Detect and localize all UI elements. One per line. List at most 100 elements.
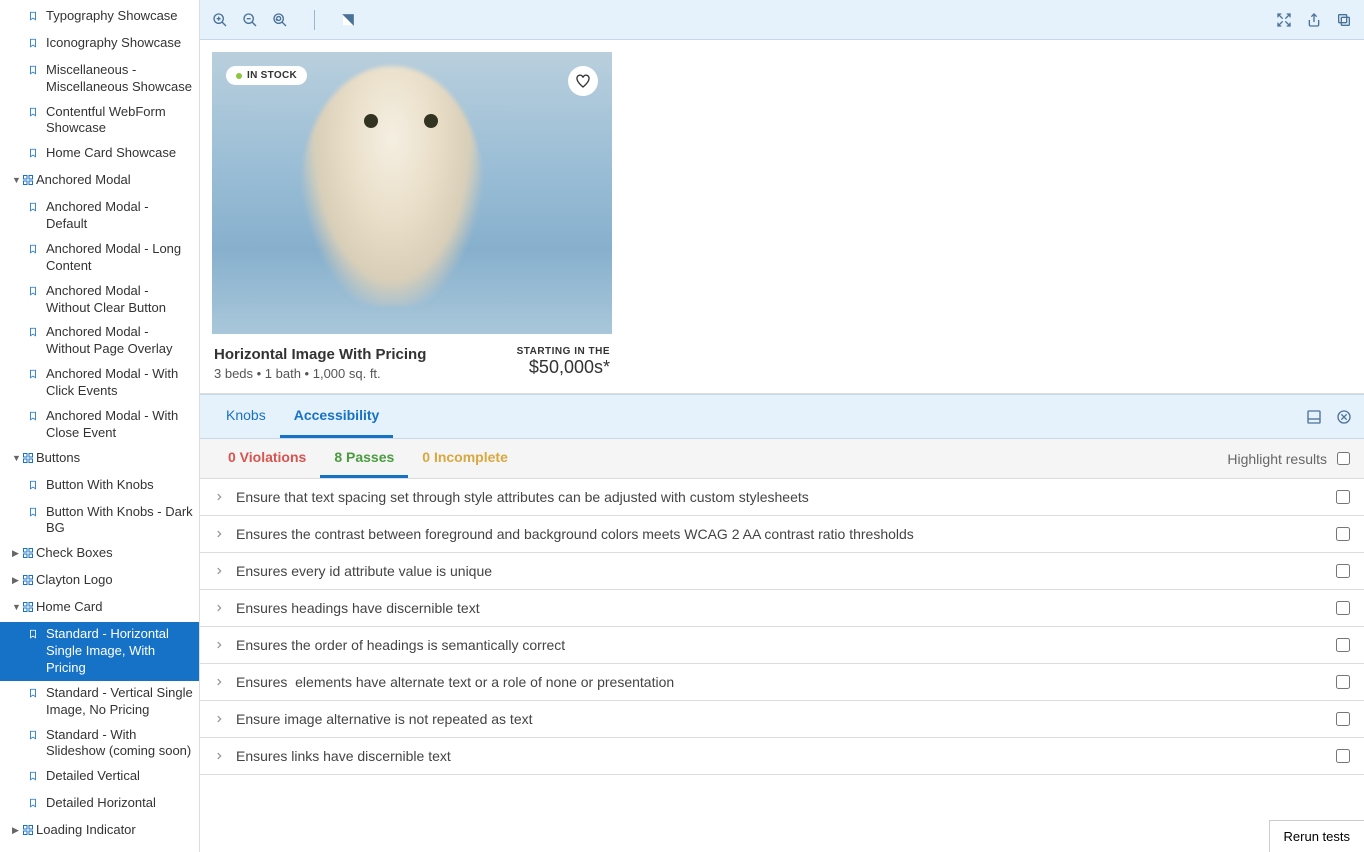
sidebar-item[interactable]: Detailed Vertical (0, 764, 199, 791)
sidebar-item-label: Anchored Modal - Default (46, 199, 193, 233)
home-card: IN STOCK Horizontal Image With Pricing 3… (212, 52, 612, 381)
a11y-rule-row[interactable]: Ensures the order of headings is semanti… (200, 627, 1364, 664)
sidebar-group-label: Buttons (36, 450, 193, 467)
close-panel-icon[interactable] (1336, 409, 1352, 425)
bookmark-icon (28, 628, 42, 645)
bookmark-icon (28, 10, 42, 27)
favorite-button[interactable] (568, 66, 598, 96)
sidebar-item[interactable]: Anchored Modal - With Close Event (0, 404, 199, 446)
sidebar-item[interactable]: Anchored Modal - Without Page Overlay (0, 320, 199, 362)
rule-checkbox[interactable] (1336, 712, 1350, 726)
sidebar-item[interactable]: Iconography Showcase (0, 31, 199, 58)
subtab-violations[interactable]: 0 Violations (214, 439, 320, 478)
sidebar-item[interactable]: Contentful WebForm Showcase (0, 100, 199, 142)
open-external-icon[interactable] (1306, 12, 1322, 28)
a11y-rule-row[interactable]: Ensures elements have alternate text or … (200, 664, 1364, 701)
sidebar-group[interactable]: ▼ Home Card (0, 595, 199, 622)
chevron-right-icon (214, 675, 226, 690)
bookmark-icon (28, 64, 42, 81)
fullscreen-icon[interactable] (1276, 12, 1292, 28)
a11y-rule-row[interactable]: Ensures links have discernible text (200, 738, 1364, 775)
rule-checkbox[interactable] (1336, 675, 1350, 689)
panel-position-icon[interactable] (1306, 409, 1322, 425)
grid-icon (22, 824, 36, 841)
sidebar[interactable]: Typography Showcase Iconography Showcase M… (0, 0, 200, 852)
sidebar-item-label: Contentful WebForm Showcase (46, 104, 193, 138)
rule-text: Ensures elements have alternate text or … (236, 674, 1326, 690)
chevron-down-icon: ▼ (12, 175, 22, 187)
zoom-out-icon[interactable] (242, 12, 258, 28)
sidebar-item-label: Detailed Horizontal (46, 795, 193, 812)
a11y-rule-row[interactable]: Ensure image alternative is not repeated… (200, 701, 1364, 738)
subtab-passes[interactable]: 8 Passes (320, 439, 408, 478)
badge-dot-icon (236, 73, 242, 79)
sidebar-item[interactable]: Miscellaneous - Miscellaneous Showcase (0, 58, 199, 100)
sidebar-item-label: Standard - With Slideshow (coming soon) (46, 727, 193, 761)
a11y-rule-row[interactable]: Ensures headings have discernible text (200, 590, 1364, 627)
sidebar-item[interactable]: Button With Knobs - Dark BG (0, 500, 199, 542)
tab-accessibility[interactable]: Accessibility (280, 395, 394, 438)
sidebar-item[interactable]: Home Card Showcase (0, 141, 199, 168)
card-title: Horizontal Image With Pricing (214, 346, 426, 363)
rule-checkbox[interactable] (1336, 527, 1350, 541)
sidebar-item[interactable]: Anchored Modal - With Click Events (0, 362, 199, 404)
rule-checkbox[interactable] (1336, 490, 1350, 504)
zoom-reset-icon[interactable] (272, 12, 288, 28)
a11y-rule-list[interactable]: Ensure that text spacing set through sty… (200, 479, 1364, 852)
bookmark-icon (28, 729, 42, 746)
sidebar-group[interactable]: ▼ Buttons (0, 446, 199, 473)
bookmark-icon (28, 106, 42, 123)
sidebar-item-label: Button With Knobs (46, 477, 193, 494)
rule-text: Ensure that text spacing set through sty… (236, 489, 1326, 505)
sidebar-group-label: Check Boxes (36, 545, 193, 562)
bookmark-icon (28, 687, 42, 704)
grid-icon (22, 574, 36, 591)
rule-checkbox[interactable] (1336, 749, 1350, 763)
sidebar-group[interactable]: ▶Clayton Logo (0, 568, 199, 595)
chevron-right-icon: ▶ (12, 825, 22, 837)
chevron-down-icon: ▼ (12, 602, 22, 614)
a11y-rule-row[interactable]: Ensures every id attribute value is uniq… (200, 553, 1364, 590)
sidebar-item[interactable]: Standard - With Slideshow (coming soon) (0, 723, 199, 765)
chevron-right-icon (214, 638, 226, 653)
sidebar-item[interactable]: Typography Showcase (0, 4, 199, 31)
a11y-rule-row[interactable]: Ensure that text spacing set through sty… (200, 479, 1364, 516)
sidebar-item[interactable]: Anchored Modal - Long Content (0, 237, 199, 279)
bookmark-icon (28, 368, 42, 385)
sidebar-group[interactable]: ▶Loading Indicator (0, 818, 199, 845)
copy-icon[interactable] (1336, 12, 1352, 28)
sidebar-item[interactable]: Button With Knobs (0, 473, 199, 500)
toolbar-divider (314, 10, 315, 30)
bookmark-icon (28, 770, 42, 787)
chevron-right-icon (214, 712, 226, 727)
bookmark-icon (28, 201, 42, 218)
sidebar-group[interactable]: ▼Anchored Modal (0, 168, 199, 195)
rule-checkbox[interactable] (1336, 601, 1350, 615)
a11y-rule-row[interactable]: Ensures the contrast between foreground … (200, 516, 1364, 553)
rule-text: Ensures the contrast between foreground … (236, 526, 1326, 542)
rerun-button[interactable]: Rerun tests (1269, 820, 1364, 852)
sidebar-item[interactable]: Standard - Vertical Single Image, No Pri… (0, 681, 199, 723)
rule-text: Ensure image alternative is not repeated… (236, 711, 1326, 727)
zoom-in-icon[interactable] (212, 12, 228, 28)
tab-knobs[interactable]: Knobs (212, 395, 280, 438)
sidebar-item[interactable]: Detailed Horizontal (0, 791, 199, 818)
bookmark-icon (28, 506, 42, 523)
highlight-checkbox[interactable] (1337, 452, 1350, 465)
bookmark-icon (28, 797, 42, 814)
subtab-incomplete[interactable]: 0 Incomplete (408, 439, 522, 478)
rule-checkbox[interactable] (1336, 638, 1350, 652)
sidebar-item-label: Detailed Vertical (46, 768, 193, 785)
sidebar-item-label: Standard - Horizontal Single Image, With… (46, 626, 193, 677)
chevron-down-icon: ▼ (12, 453, 22, 465)
sidebar-item[interactable]: Anchored Modal - Default (0, 195, 199, 237)
sidebar-item[interactable]: Anchored Modal - Without Clear Button (0, 279, 199, 321)
bookmark-icon (28, 479, 42, 496)
sidebar-group-label: Home Card (36, 599, 193, 616)
sidebar-item-label: Home Card Showcase (46, 145, 193, 162)
sidebar-group[interactable]: ▶Check Boxes (0, 541, 199, 568)
sidebar-item-label: Iconography Showcase (46, 35, 193, 52)
background-toggle-icon[interactable] (341, 13, 355, 27)
rule-checkbox[interactable] (1336, 564, 1350, 578)
sidebar-item[interactable]: Standard - Horizontal Single Image, With… (0, 622, 199, 681)
